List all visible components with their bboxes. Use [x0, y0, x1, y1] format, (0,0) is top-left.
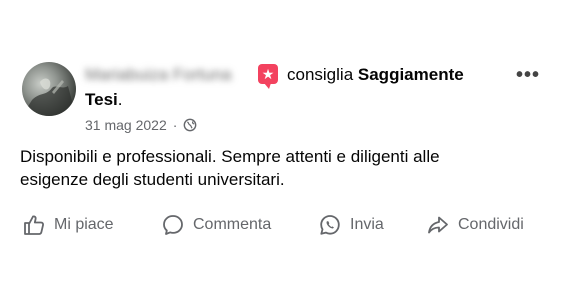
author-name[interactable]: Mariabuiza Fortuna — [85, 65, 250, 85]
post-meta: 31 mag 2022 · — [85, 116, 197, 134]
action-bar: Mi piace Commenta Invia Condividi — [20, 210, 550, 240]
share-button[interactable]: Condividi — [426, 210, 524, 240]
meta-separator: · — [172, 117, 178, 133]
recommend-verb: consiglia — [287, 65, 354, 84]
post-text-line-2: esigenze degli studenti universitari. — [20, 170, 285, 189]
post-date[interactable]: 31 mag 2022 — [85, 116, 167, 134]
business-name-part2[interactable]: Tesi — [85, 90, 118, 109]
business-name-continued: Tesi. — [85, 89, 123, 111]
more-options-button[interactable]: ••• — [514, 65, 542, 85]
header-line: consiglia Saggiamente — [287, 64, 464, 86]
like-label: Mi piace — [54, 216, 114, 233]
share-label: Condividi — [458, 216, 524, 233]
like-button[interactable]: Mi piace — [22, 210, 114, 240]
avatar[interactable] — [22, 62, 76, 116]
recommend-icon: ★ — [258, 64, 278, 89]
comment-button[interactable]: Commenta — [161, 210, 271, 240]
thumbs-up-icon — [24, 215, 44, 235]
send-label: Invia — [350, 216, 384, 233]
comment-icon — [163, 215, 183, 235]
whatsapp-icon — [320, 215, 340, 235]
post-text-line-1: Disponibili e professionali. Sempre atte… — [20, 147, 440, 166]
business-name[interactable]: Saggiamente — [358, 65, 464, 84]
send-button[interactable]: Invia — [318, 210, 384, 240]
globe-icon — [183, 118, 197, 132]
review-post: Mariabuiza Fortuna ★ consiglia Saggiamen… — [0, 0, 563, 300]
post-text: Disponibili e professionali. Sempre atte… — [20, 145, 550, 191]
avatar-photo — [22, 78, 76, 116]
share-arrow-icon — [428, 216, 448, 234]
business-name-suffix: . — [117, 90, 123, 109]
comment-label: Commenta — [193, 216, 272, 233]
